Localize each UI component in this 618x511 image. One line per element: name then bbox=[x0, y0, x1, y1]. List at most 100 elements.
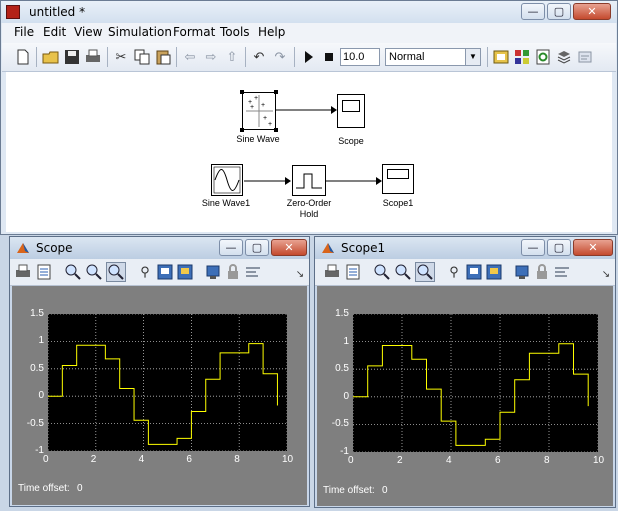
scope1-title-bar[interactable]: Scope1 — ▢ ✕ bbox=[315, 237, 615, 259]
zoh-label-line2: Hold bbox=[299, 209, 319, 219]
selection-handle[interactable] bbox=[240, 90, 244, 94]
close-button[interactable]: ✕ bbox=[573, 3, 611, 20]
toolbar-separator bbox=[294, 47, 295, 67]
selection-handle[interactable] bbox=[274, 90, 278, 94]
paste-icon[interactable] bbox=[154, 48, 172, 66]
x-tick-label: 8 bbox=[234, 454, 240, 465]
print-icon[interactable] bbox=[84, 48, 102, 66]
print-icon[interactable] bbox=[323, 263, 341, 281]
model-canvas[interactable]: + + + + + + Sine Wave Scope Sine Wave1 Z… bbox=[6, 72, 612, 232]
new-model-icon[interactable] bbox=[14, 48, 32, 66]
build-model-icon[interactable] bbox=[492, 48, 510, 66]
scope-plot-area: 0 2 4 6 8 10 1.5 1 0.5 0 -0.5 -1 Time offset: 0 bbox=[12, 286, 307, 505]
simulation-mode-select[interactable]: Normal ▼ bbox=[385, 48, 481, 66]
debugger-icon[interactable] bbox=[576, 48, 594, 66]
menu-help[interactable]: Help bbox=[258, 25, 285, 39]
redo-icon[interactable]: ↷ bbox=[271, 48, 289, 66]
toolbar: ✂ ⇦ ⇨ ⇧ ↶ ↷ 10.0 Normal ▼ bbox=[2, 43, 616, 72]
sine-wave-block[interactable]: + + + + + + bbox=[242, 92, 276, 130]
toolbar-separator bbox=[36, 47, 37, 67]
open-folder-icon[interactable] bbox=[42, 48, 60, 66]
x-tick-label: 4 bbox=[138, 454, 145, 465]
parameters-icon[interactable] bbox=[35, 263, 53, 281]
minimize-button[interactable]: — bbox=[219, 239, 243, 256]
chevron-down-icon[interactable]: ▼ bbox=[465, 49, 480, 65]
scope-block[interactable] bbox=[337, 94, 365, 128]
x-tick-label: 6 bbox=[495, 455, 501, 466]
lock-icon[interactable] bbox=[533, 263, 551, 281]
scope1-window: Scope1 — ▢ ✕ ⚲ ↘ 0 2 4 6 8 10 1.5 1 0.5 0 -0.5 -1 T… bbox=[314, 236, 616, 508]
matlab-logo-icon bbox=[321, 241, 335, 255]
binoculars-autoscale-icon[interactable]: ⚲ bbox=[136, 263, 154, 281]
maximize-button[interactable]: ▢ bbox=[547, 3, 571, 20]
zoom-in-icon[interactable] bbox=[64, 263, 82, 281]
zoom-y-icon[interactable] bbox=[106, 262, 126, 282]
signal-selection-icon[interactable] bbox=[244, 263, 262, 281]
zoom-y-icon[interactable] bbox=[415, 262, 435, 282]
restore-axes-settings-icon[interactable] bbox=[485, 263, 503, 281]
menu-edit[interactable]: Edit bbox=[43, 25, 66, 39]
y-tick-label: -1 bbox=[340, 446, 349, 457]
menu-format[interactable]: Format bbox=[173, 25, 215, 39]
svg-text:+: + bbox=[261, 102, 265, 109]
zero-order-hold-block[interactable] bbox=[292, 165, 326, 196]
save-icon[interactable] bbox=[63, 48, 81, 66]
selection-handle[interactable] bbox=[274, 128, 278, 132]
up-arrow-icon[interactable]: ⇧ bbox=[223, 48, 241, 66]
minimize-button[interactable]: — bbox=[521, 3, 545, 20]
binoculars-autoscale-icon[interactable]: ⚲ bbox=[445, 263, 463, 281]
sine-wave1-block[interactable] bbox=[211, 164, 243, 196]
floating-scope-icon[interactable] bbox=[204, 263, 222, 281]
maximize-button[interactable]: ▢ bbox=[547, 239, 571, 256]
minimize-button[interactable]: — bbox=[521, 239, 545, 256]
close-button[interactable]: ✕ bbox=[573, 239, 613, 256]
zero-order-hold-icon bbox=[296, 173, 322, 189]
zoom-x-icon[interactable] bbox=[85, 263, 103, 281]
undo-icon[interactable]: ↶ bbox=[250, 48, 268, 66]
zoh-label-line1: Zero-Order bbox=[286, 198, 332, 208]
save-axes-settings-icon[interactable] bbox=[465, 263, 483, 281]
scope-screen-icon bbox=[342, 100, 360, 112]
print-icon[interactable] bbox=[14, 263, 32, 281]
menu-file[interactable]: File bbox=[14, 25, 34, 39]
toolbar-separator bbox=[176, 47, 177, 67]
start-simulation-icon[interactable] bbox=[299, 48, 317, 66]
zoom-in-icon[interactable] bbox=[373, 263, 391, 281]
stop-simulation-icon[interactable] bbox=[320, 48, 338, 66]
toolbar-dock-arrow-icon[interactable]: ↘ bbox=[597, 265, 615, 283]
lock-icon[interactable] bbox=[224, 263, 242, 281]
maximize-button[interactable]: ▢ bbox=[245, 239, 269, 256]
scope-screen-icon bbox=[387, 169, 409, 179]
signal-selection-icon[interactable] bbox=[553, 263, 571, 281]
parameters-icon[interactable] bbox=[344, 263, 362, 281]
scope1-block[interactable] bbox=[382, 164, 414, 194]
refresh-model-icon[interactable] bbox=[534, 48, 552, 66]
copy-icon[interactable] bbox=[133, 48, 151, 66]
stop-time-field[interactable]: 10.0 bbox=[340, 48, 380, 66]
floating-scope-icon[interactable] bbox=[513, 263, 531, 281]
close-button[interactable]: ✕ bbox=[271, 239, 307, 256]
y-tick-label: -0.5 bbox=[26, 417, 44, 429]
scope1-plot-area: 0 2 4 6 8 10 1.5 1 0.5 0 -0.5 -1 Time offset: 0 bbox=[317, 286, 613, 506]
menu-bar: File Edit View Simulation Format Tools H… bbox=[2, 23, 616, 43]
back-arrow-icon[interactable]: ⇦ bbox=[181, 48, 199, 66]
zoom-x-icon[interactable] bbox=[394, 263, 412, 281]
toolbar-dock-arrow-icon[interactable]: ↘ bbox=[291, 265, 309, 283]
library-browser-icon[interactable] bbox=[513, 48, 531, 66]
selection-handle[interactable] bbox=[240, 128, 244, 132]
simulation-mode-value: Normal bbox=[389, 51, 425, 63]
x-tick-label: 2 bbox=[90, 454, 97, 465]
scope-title: Scope bbox=[36, 241, 73, 255]
restore-axes-settings-icon[interactable] bbox=[176, 263, 194, 281]
cut-icon[interactable]: ✂ bbox=[112, 48, 130, 66]
save-axes-settings-icon[interactable] bbox=[156, 263, 174, 281]
forward-arrow-icon[interactable]: ⇨ bbox=[202, 48, 220, 66]
scope-title-bar[interactable]: Scope — ▢ ✕ bbox=[10, 237, 309, 259]
menu-tools[interactable]: Tools bbox=[220, 25, 250, 39]
menu-simulation[interactable]: Simulation bbox=[108, 25, 172, 39]
toolbar-separator bbox=[245, 47, 246, 67]
menu-view[interactable]: View bbox=[74, 25, 102, 39]
model-explorer-icon[interactable] bbox=[555, 48, 573, 66]
y-tick-label: -1 bbox=[35, 445, 44, 456]
title-bar[interactable]: untitled * — ▢ ✕ bbox=[1, 1, 617, 23]
